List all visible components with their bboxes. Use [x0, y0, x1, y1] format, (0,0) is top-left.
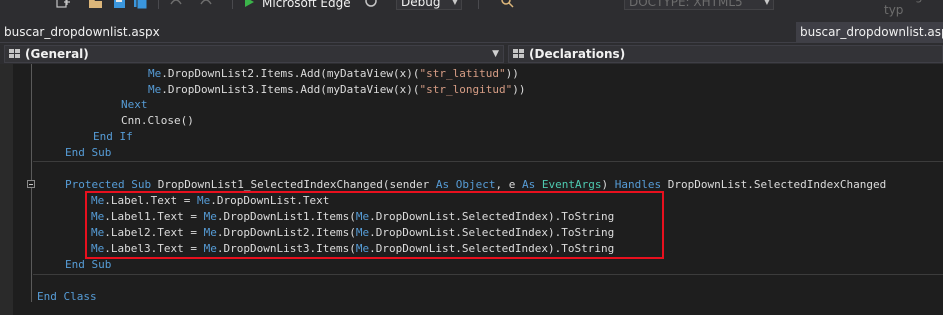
save-all-icon[interactable] [133, 0, 149, 10]
code-line: Me.DropDownList3.Items.Add(myDataView(x)… [148, 83, 526, 96]
refresh-icon[interactable] [364, 0, 380, 10]
collapse-toggle[interactable] [27, 180, 35, 188]
general-dropdown[interactable]: (General) ▼ [4, 45, 504, 63]
highlight-annotation-box [85, 191, 664, 259]
undo-icon[interactable] [168, 0, 184, 10]
chevron-down-icon: ▼ [763, 0, 770, 6]
navigation-bar: (General) ▼ (Declarations) [0, 42, 943, 64]
save-icon[interactable] [112, 0, 128, 10]
find-icon[interactable] [500, 0, 516, 10]
selection-margin [0, 64, 13, 315]
change-type-label[interactable]: Change typ [884, 0, 943, 17]
doctype-dropdown[interactable]: DOCTYPE: XHTML5 ▼ [624, 0, 774, 10]
tab-buscar-dropdownlist-aspx[interactable]: buscar_dropdownlist.aspx [0, 22, 160, 42]
chevron-down-icon: ▼ [492, 49, 499, 59]
redo-icon[interactable] [198, 0, 214, 10]
declarations-value: (Declarations) [529, 47, 626, 61]
chevron-down-icon: ▼ [451, 0, 458, 6]
class-icon [513, 47, 525, 58]
configuration-dropdown[interactable]: Debug ▼ [396, 0, 462, 10]
declarations-dropdown[interactable]: (Declarations) [508, 45, 943, 63]
browser-label[interactable]: Microsoft Edge [262, 0, 351, 13]
code-line: End If [93, 130, 133, 143]
document-tab-row: buscar_dropdownlist.aspx buscar_dropdown… [0, 22, 943, 42]
code-line: End Class [37, 290, 97, 303]
code-line: Next [121, 98, 148, 111]
code-line: End Sub [65, 146, 112, 159]
code-line: End Sub [65, 258, 112, 271]
code-editor[interactable]: Me.DropDownList2.Items.Add(myDataView(x)… [0, 64, 943, 315]
tab-buscar-dropdownlist-aspx-vb[interactable]: buscar_dropdownlist.aspx.v [796, 22, 943, 42]
class-icon [9, 47, 21, 58]
configuration-value: Debug [401, 0, 441, 9]
start-debug-icon[interactable] [242, 0, 258, 10]
new-project-icon[interactable] [55, 0, 71, 10]
toolbar: Microsoft Edge Debug ▼ DOCTYPE: XHTML5 ▼… [0, 0, 943, 22]
general-value: (General) [25, 47, 89, 61]
doctype-value: DOCTYPE: XHTML5 [629, 0, 743, 9]
open-folder-icon[interactable] [88, 0, 104, 10]
code-line: Me.DropDownList2.Items.Add(myDataView(x)… [148, 67, 519, 80]
code-line: Cnn.Close() [121, 114, 194, 127]
